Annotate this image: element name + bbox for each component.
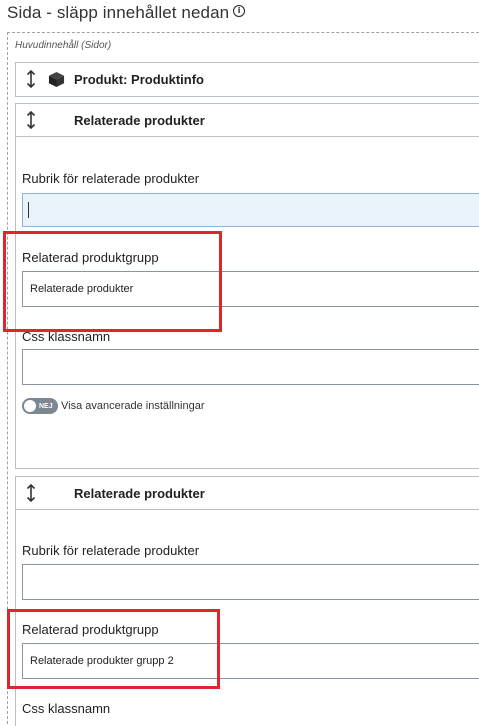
css-classname-label: Css klassnamn [22,701,111,716]
module-related-products-2: Relaterade produkter [15,476,479,726]
product-group-label: Relaterad produktgrupp [22,622,159,637]
page: Sida - släpp innehållet nedan i Huvudinn… [0,0,479,726]
module-product-info[interactable]: Produkt: Produktinfo [15,62,479,97]
cube-icon [48,71,65,88]
module-header[interactable]: Relaterade produkter [16,104,479,137]
heading-input[interactable] [22,193,479,227]
module-title: Produkt: Produktinfo [74,71,204,87]
module-header[interactable]: Relaterade produkter [16,477,479,510]
css-classname-label: Css klassnamn [22,329,111,344]
heading-label: Rubrik för relaterade produkter [22,171,200,186]
text-caret [28,202,29,218]
module-title: Relaterade produkter [74,485,205,501]
advanced-settings-toggle[interactable]: NEJ [22,398,58,414]
page-title-text: Sida - släpp innehållet nedan [7,3,230,22]
product-group-input[interactable]: Relaterade produkter [22,271,479,307]
toggle-state: NEJ [39,402,53,410]
advanced-settings-row: NEJ Visa avancerade inställningar [22,398,205,414]
drag-handle-icon[interactable] [24,110,38,130]
product-group-label: Relaterad produktgrupp [22,250,159,265]
zone-label: Huvudinnehåll (Sidor) [15,40,112,51]
toggle-knob [24,400,36,412]
page-title: Sida - släpp innehållet nedan i [7,3,246,23]
info-circle-icon[interactable]: i [233,5,246,17]
advanced-settings-label: Visa avancerade inställningar [61,400,205,412]
module-title: Relaterade produkter [74,112,205,128]
product-group-input[interactable]: Relaterade produkter grupp 2 [22,643,479,679]
drag-handle-icon[interactable] [24,483,38,503]
css-classname-input[interactable] [22,349,479,385]
heading-label: Rubrik för relaterade produkter [22,543,200,558]
drag-handle-icon[interactable] [24,69,38,89]
heading-input[interactable] [22,564,479,600]
module-header[interactable]: Produkt: Produktinfo [16,63,479,95]
